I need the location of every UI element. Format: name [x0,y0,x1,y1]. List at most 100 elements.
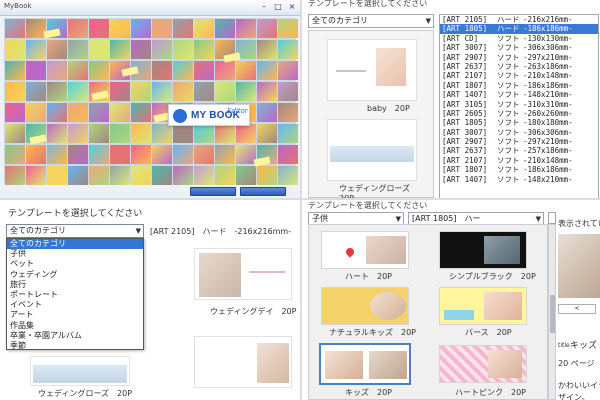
collage-photo [278,166,298,185]
book-size-row[interactable]: [ART 1807] ソフト -186x186mm- [440,165,598,174]
book-size-row[interactable]: [ART 2107] ソフト -210x148mm- [440,71,598,80]
book-size-row[interactable]: [ART 1805] ハード -186x186mm- [440,24,598,34]
collage-photo [152,124,172,143]
template-card-heart[interactable] [321,231,409,269]
detail-title-value: キッズ [570,341,598,351]
book-size-row[interactable]: [ART 1805] ソフト -180x180mm- [440,118,598,127]
collage-photo [257,166,277,185]
book-size-code: [ART CD] [442,33,479,43]
panel-heading: テンプレートを選択してください [308,0,428,8]
collage-photo [110,145,130,164]
book-size-row[interactable]: [ART 2637] ソフト -263x186mm- [440,62,598,71]
template-card-heart-pink[interactable] [439,345,527,383]
wedding-day-photo [199,253,241,297]
book-size-size: -148x210mm- [523,90,573,100]
collage-photo [110,82,130,101]
book-size-size: -260x260mm- [523,108,573,118]
collage-photo [68,145,88,164]
splash-button-1[interactable] [190,187,236,196]
template-card-kids[interactable] [319,343,411,385]
collage-photo [173,166,193,185]
collage-photo [173,19,193,38]
size-filter-label[interactable]: [ART 2105] ハード -216x216mm- [150,226,291,237]
detail-preview-image [558,234,600,298]
category-option[interactable]: 旅行 [7,280,143,290]
template-card-natural-kids[interactable] [321,287,409,325]
scrollbar-thumb[interactable] [550,295,555,333]
book-size-row[interactable]: [ART 2637] ソフト -257x186mm- [440,146,598,155]
book-size-size: -306x306mm- [523,43,573,53]
book-size-row[interactable]: [ART 3007] ソフト -306x306mm- [440,43,598,52]
template-card-wedding-day[interactable] [194,248,292,300]
book-size-row[interactable]: [ART 3007] ソフト -306x306mm- [440,128,598,137]
collage-photo [152,19,172,38]
category-option[interactable]: イベント [7,300,143,310]
preview-nav-button[interactable]: < [558,304,596,314]
category-option[interactable]: アート [7,310,143,320]
collage-photo [215,19,235,38]
book-size-code: [ART 1407] [442,90,488,100]
maximize-button[interactable]: □ [272,2,284,12]
book-size-row[interactable]: [ART 1407] ソフト -148x210mm- [440,175,598,184]
category-dropdown[interactable]: 全てのカテゴリ ▼ [308,14,434,28]
wedding-rose-photo [33,365,127,383]
book-size-row[interactable]: [ART 3105] ソフト -310x310mm- [440,100,598,109]
collage-photo [236,61,256,80]
template-card-baby[interactable] [327,39,417,101]
book-size-row[interactable]: [ART CD] ソフト -130x130mm- [440,34,598,43]
book-size-row[interactable]: [ART 1807] ソフト -186x186mm- [440,81,598,90]
category-option[interactable]: 子供 [7,249,143,259]
book-size-type: ソフト [497,174,520,184]
category-option[interactable]: 作品集 [7,321,143,331]
book-size-code: [ART 2605] [442,108,488,118]
template-card-portrait[interactable] [194,336,292,388]
template-card-wedding-rose[interactable] [327,119,417,181]
collage-photo [5,19,25,38]
collage-photo [5,82,25,101]
category-option[interactable]: ポートレート [7,290,143,300]
book-size-code: [ART 2107] [442,155,488,165]
template-grid-scrollbar[interactable] [548,224,556,400]
category-option[interactable]: 季節 [7,341,143,351]
collage-photo [110,124,130,143]
chevron-down-icon: ▼ [425,17,431,25]
category-dropdown-menu[interactable]: 全てのカテゴリ 子供 ペット ウェディング 旅行 ポートレート イベント アート 作品集 卒業・卒… [6,238,144,350]
collage-photo [131,19,151,38]
view-toggle-button[interactable] [548,212,556,224]
category-dropdown-value: 全てのカテゴリ [312,16,368,25]
book-size-type: ソフト [497,33,520,43]
minimize-button[interactable]: – [258,2,270,12]
book-size-row[interactable]: [ART 2605] ソフト -260x260mm- [440,109,598,118]
book-size-list[interactable]: [ART 2105] ハード -216x216mm- [ART 1805] ハード -18… [439,14,599,198]
collage-photo [152,82,172,101]
book-size-row[interactable]: [ART 2907] ソフト -297x210mm- [440,53,598,62]
category-option[interactable]: 全てのカテゴリ [7,239,143,250]
collage-photo [89,103,109,122]
book-size-type: ソフト [497,127,520,137]
close-button[interactable]: × [286,2,298,12]
natural-kids-photo [370,292,406,320]
collage-photo [68,103,88,122]
book-size-size: -310x310mm- [523,99,573,109]
template-card-simple-black[interactable] [439,231,527,269]
category-option[interactable]: 卒業・卒園アルバム [7,331,143,341]
book-logo-icon [173,109,187,123]
template-card-birth[interactable] [439,287,527,325]
detail-pages: 20 ページ [558,359,595,368]
splash-button-2[interactable] [240,187,286,196]
book-size-row[interactable]: [ART 2907] ソフト -297x210mm- [440,137,598,146]
book-size-size: -210x148mm- [523,155,573,165]
category-option[interactable]: ウェディング [7,270,143,280]
category-dropdown[interactable]: 全てのカテゴリ ▼ [6,224,144,238]
book-size-row[interactable]: [ART 1407] ソフト -148x210mm- [440,90,598,99]
template-card-wedding-rose[interactable] [30,356,130,386]
book-size-type: ソフト [497,43,520,53]
logo-subtext: Editor [227,107,248,115]
collage-photo [131,103,151,122]
book-size-row[interactable]: [ART 2105] ハード -216x216mm- [440,15,598,24]
category-option[interactable]: ペット [7,259,143,269]
collage-photo [47,124,67,143]
collage-photo [110,166,130,185]
book-size-row[interactable]: [ART 2107] ソフト -210x148mm- [440,156,598,165]
category-dropdown-value: 全てのカテゴリ [10,226,66,235]
